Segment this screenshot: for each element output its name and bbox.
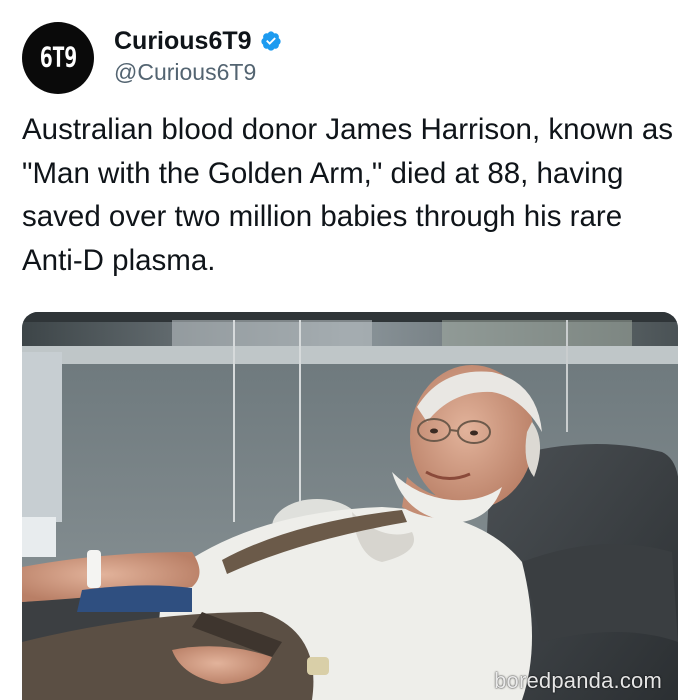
photo-illustration <box>22 312 678 700</box>
tweet-text: Australian blood donor James Harrison, k… <box>22 113 673 277</box>
tweet-media-photo[interactable]: boredpanda.com <box>22 312 678 700</box>
tweet-card: 6T9 Curious6T9 @Curious6T9 Australian bl… <box>0 0 700 700</box>
watermark-text: boredpanda.com <box>494 668 662 693</box>
avatar-text: 6T9 <box>39 42 78 74</box>
author-handle[interactable]: @Curious6T9 <box>114 58 256 86</box>
author-display-name[interactable]: Curious6T9 <box>114 26 282 56</box>
display-name-text: Curious6T9 <box>114 27 252 55</box>
avatar[interactable]: 6T9 <box>22 22 94 94</box>
verified-badge-icon <box>260 31 281 51</box>
